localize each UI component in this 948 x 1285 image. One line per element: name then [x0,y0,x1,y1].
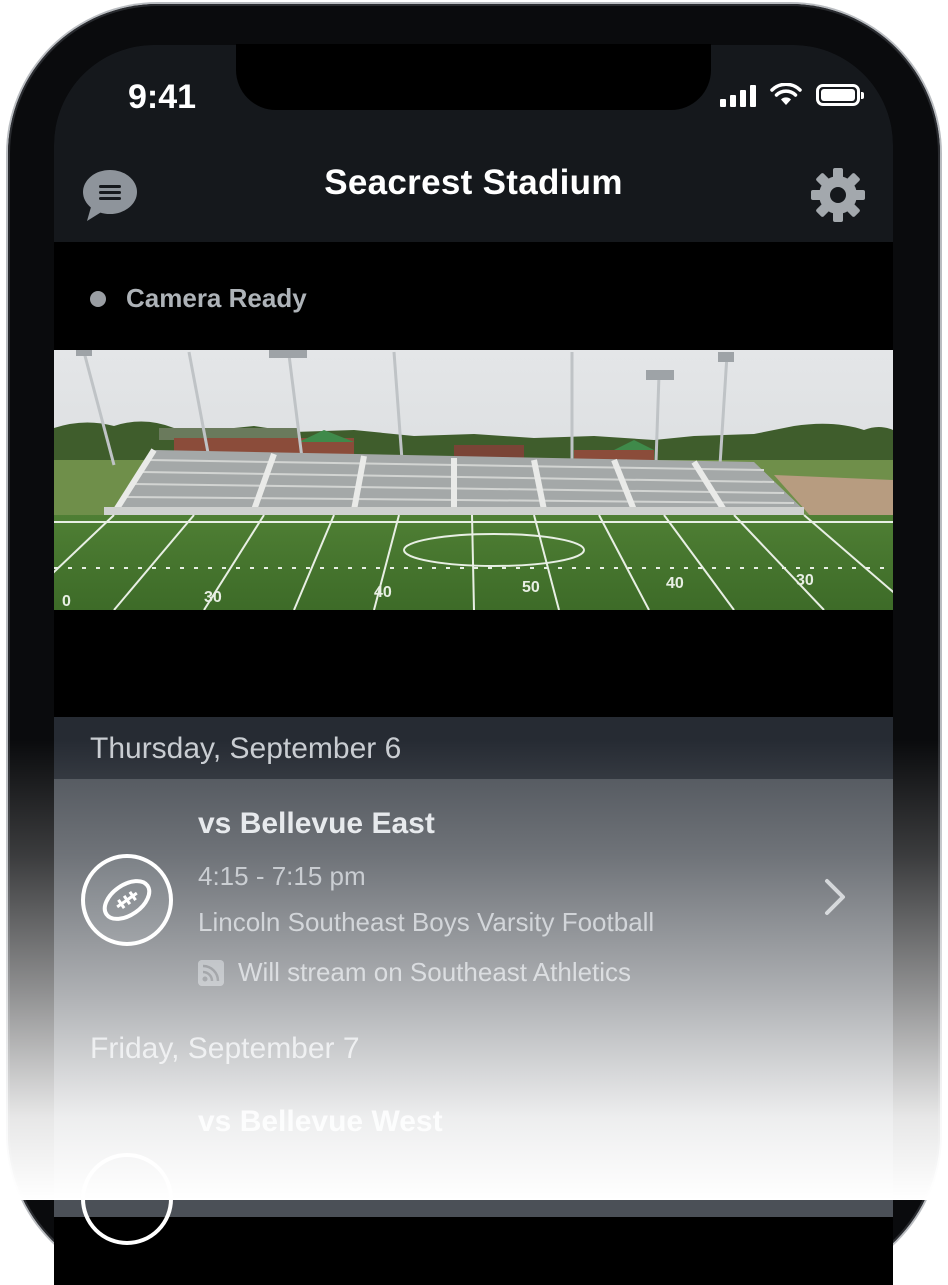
event-title: vs Bellevue East [198,807,435,840]
stadium-image: 0 30 40 50 40 30 [54,350,893,610]
event-stream-info: Will stream on Southeast Athletics [198,957,631,988]
status-time: 9:41 [128,78,197,116]
schedule-list: Thursday, September 6 vs Bellevue East 4… [54,717,893,1245]
event-row[interactable]: vs Bellevue East 4:15 - 7:15 pm Lincoln … [54,779,893,1017]
football-icon [81,1153,173,1245]
date-header: Friday, September 7 [90,1032,360,1065]
battery-icon [816,84,864,106]
yard-marker: 50 [522,579,540,596]
chevron-right-icon [825,879,845,915]
gear-icon[interactable] [809,166,867,224]
event-title[interactable]: vs Bellevue West [198,1105,443,1139]
date-header: Thursday, September 6 [54,717,893,779]
yard-marker: 30 [796,572,814,589]
yard-marker: 40 [374,584,392,601]
event-stream-label: Will stream on Southeast Athletics [238,957,632,987]
yard-marker: 30 [204,589,222,606]
camera-status-label: Camera Ready [126,283,307,313]
event-team: Lincoln Southeast Boys Varsity Football [198,907,655,937]
yard-marker: 40 [666,575,684,592]
navigation-bar: Seacrest Stadium [54,145,893,242]
wifi-icon [770,83,802,105]
page-title: Seacrest Stadium [324,163,623,202]
rss-icon [198,959,224,986]
camera-status: Camera Ready [90,283,307,314]
yard-marker: 0 [62,593,71,610]
cellular-signal-icon [720,83,756,107]
camera-preview[interactable]: 0 30 40 50 40 30 [54,350,893,610]
football-icon [81,854,173,946]
event-time: 4:15 - 7:15 pm [198,861,366,891]
status-icons [720,83,864,107]
status-dot-icon [90,290,106,307]
notch [236,44,711,110]
